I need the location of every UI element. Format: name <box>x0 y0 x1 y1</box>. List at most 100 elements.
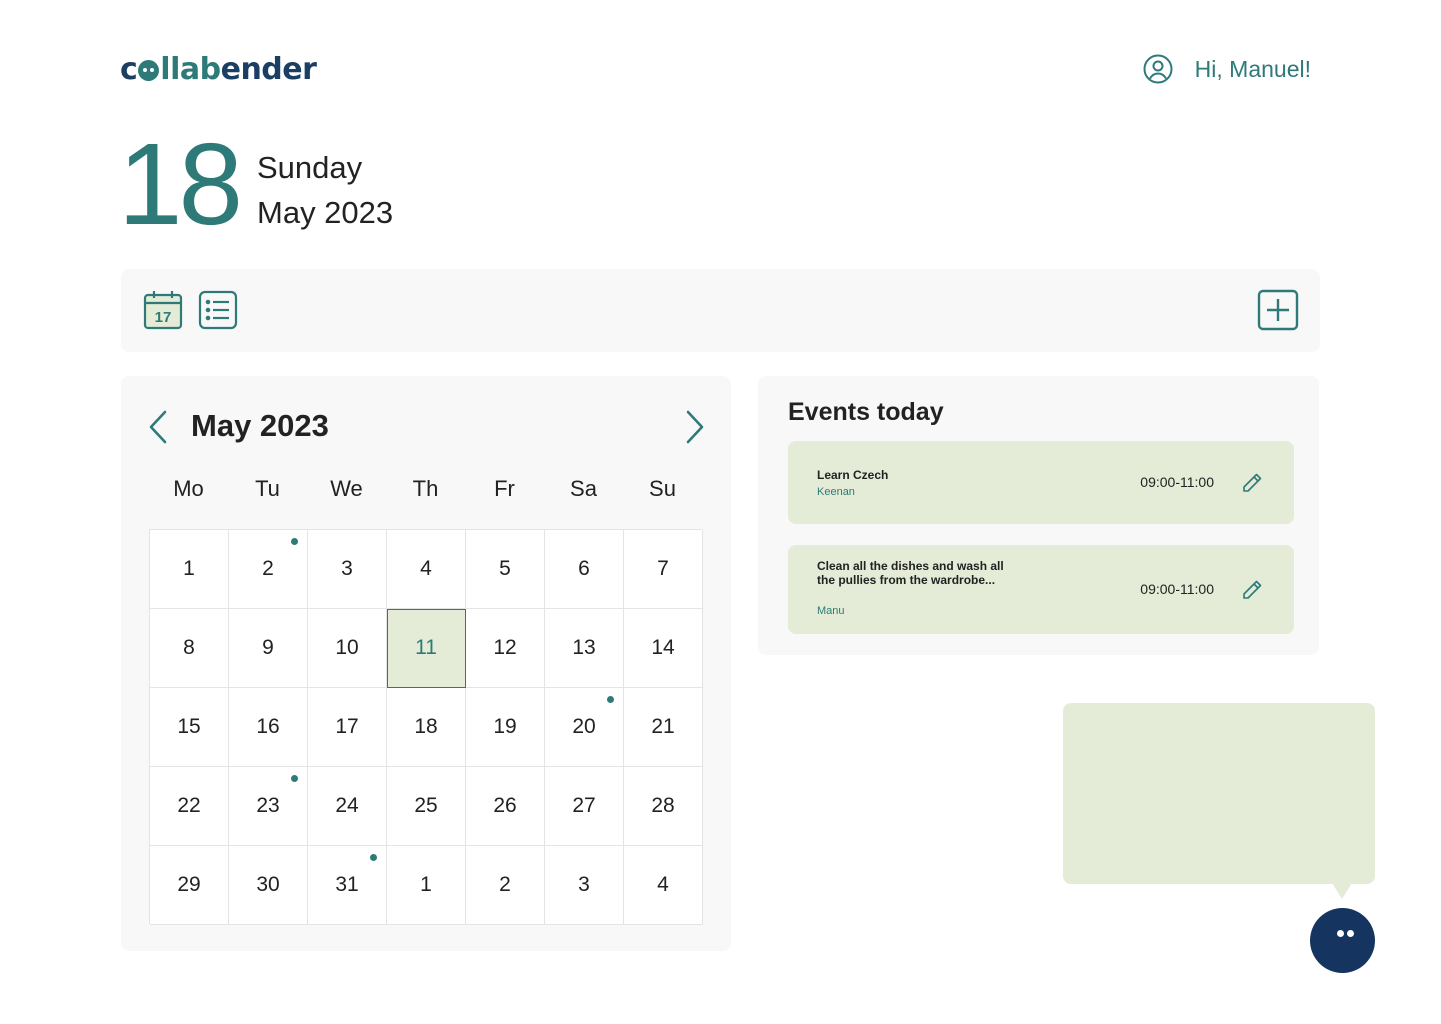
calendar-day-number: 21 <box>651 715 675 738</box>
calendar-day-number: 20 <box>572 715 596 738</box>
logo-text-end: ender <box>220 52 317 87</box>
event-time: 09:00-11:00 <box>1140 474 1214 490</box>
user-menu[interactable]: Hi, Manuel! <box>1143 54 1311 84</box>
calendar-day-number: 10 <box>335 636 359 659</box>
list-view-icon[interactable] <box>197 289 239 331</box>
calendar-day-number: 27 <box>572 794 596 817</box>
weekday-header-row: Mo Tu We Th Fr Sa Su <box>149 476 702 502</box>
calendar-day[interactable]: 14 <box>624 609 703 688</box>
calendar-day[interactable]: 3 <box>308 530 387 609</box>
calendar-day[interactable]: 20 <box>545 688 624 767</box>
today-month-year: May 2023 <box>257 195 394 230</box>
calendar-day[interactable]: 3 <box>545 846 624 925</box>
calendar-day-number: 14 <box>651 636 675 659</box>
calendar-day-number: 23 <box>256 794 280 817</box>
calendar-day[interactable]: 2 <box>229 530 308 609</box>
weekday-label: Fr <box>494 476 515 501</box>
logo-text-middle: llab <box>160 52 221 87</box>
calendar-day[interactable]: 8 <box>150 609 229 688</box>
event-title: Clean all the dishes and wash all the pu… <box>817 559 1004 587</box>
calendar-day[interactable]: 22 <box>150 767 229 846</box>
calendar-day[interactable]: 2 <box>466 846 545 925</box>
user-avatar-icon[interactable] <box>1143 54 1173 84</box>
calendar-day-number: 7 <box>657 557 669 580</box>
calendar-day-number: 4 <box>657 873 669 896</box>
calendar-day[interactable]: 31 <box>308 846 387 925</box>
assistant-bot-button[interactable] <box>1310 908 1375 973</box>
calendar-day[interactable]: 19 <box>466 688 545 767</box>
calendar-day[interactable]: 4 <box>387 530 466 609</box>
calendar-day-number: 8 <box>183 636 195 659</box>
calendar-day[interactable]: 6 <box>545 530 624 609</box>
calendar-month-title: May 2023 <box>191 408 329 443</box>
calendar-day[interactable]: 29 <box>150 846 229 925</box>
calendar-day-number: 1 <box>420 873 432 896</box>
calendar-day[interactable]: 4 <box>624 846 703 925</box>
event-time: 09:00-11:00 <box>1140 581 1214 597</box>
event-author: Keenan <box>817 486 855 498</box>
calendar-day-number: 9 <box>262 636 274 659</box>
calendar-view-icon[interactable]: 17 <box>142 289 184 331</box>
calendar-day[interactable]: 15 <box>150 688 229 767</box>
calendar-day[interactable]: 18 <box>387 688 466 767</box>
calendar-day[interactable]: 28 <box>624 767 703 846</box>
view-toolbar: 17 <box>121 269 1320 352</box>
collabender-logo[interactable]: c llab ender <box>120 52 317 87</box>
calendar-day-number: 3 <box>341 557 353 580</box>
calendar-day[interactable]: 12 <box>466 609 545 688</box>
calendar-day-number: 15 <box>177 715 201 738</box>
calendar-day[interactable]: 10 <box>308 609 387 688</box>
calendar-day[interactable]: 16 <box>229 688 308 767</box>
pencil-icon[interactable] <box>1240 471 1264 495</box>
calendar-day[interactable]: 26 <box>466 767 545 846</box>
calendar-day-number: 28 <box>651 794 675 817</box>
calendar-day[interactable]: 21 <box>624 688 703 767</box>
calendar-day[interactable]: 1 <box>387 846 466 925</box>
event-author: Manu <box>817 605 845 617</box>
logo-letter-c: c <box>120 52 138 87</box>
logo-face-icon <box>138 60 160 81</box>
calendar-day-number: 11 <box>415 636 437 659</box>
calendar-day[interactable]: 27 <box>545 767 624 846</box>
calendar-day-number: 17 <box>335 715 359 738</box>
calendar-day-number: 5 <box>499 557 511 580</box>
event-indicator-dot <box>291 775 298 782</box>
calendar-day-number: 3 <box>578 873 590 896</box>
calendar-day-number: 24 <box>335 794 359 817</box>
chevron-right-icon[interactable] <box>681 408 707 446</box>
pencil-icon[interactable] <box>1240 578 1264 602</box>
calendar-day[interactable]: 9 <box>229 609 308 688</box>
chat-bubble-tail <box>1332 883 1352 899</box>
weekday-label: Sa <box>570 476 597 501</box>
calendar-day[interactable]: 7 <box>624 530 703 609</box>
calendar-day-number: 2 <box>499 873 511 896</box>
calendar-day-number: 31 <box>335 873 359 896</box>
event-indicator-dot <box>607 696 614 703</box>
event-indicator-dot <box>291 538 298 545</box>
chevron-left-icon[interactable] <box>146 408 172 446</box>
add-event-icon[interactable] <box>1257 289 1299 331</box>
weekday-label: Su <box>649 476 676 501</box>
calendar-day[interactable]: 30 <box>229 846 308 925</box>
calendar-day[interactable]: 5 <box>466 530 545 609</box>
calendar-day-number: 18 <box>414 715 438 738</box>
calendar-day[interactable]: 25 <box>387 767 466 846</box>
calendar-day-number: 6 <box>578 557 590 580</box>
events-today-title: Events today <box>788 398 944 426</box>
user-greeting[interactable]: Hi, Manuel! <box>1195 56 1311 83</box>
calendar-day[interactable]: 24 <box>308 767 387 846</box>
calendar-day[interactable]: 17 <box>308 688 387 767</box>
weekday-label: Mo <box>173 476 204 501</box>
event-card[interactable]: Learn Czech Keenan 09:00-11:00 <box>788 441 1294 524</box>
calendar-day[interactable]: 1 <box>150 530 229 609</box>
calendar-day-number: 4 <box>420 557 432 580</box>
calendar-day-number: 1 <box>183 557 195 580</box>
calendar-view-icon-day: 17 <box>155 309 172 326</box>
calendar-day-selected[interactable]: 11 <box>387 609 466 688</box>
calendar-day[interactable]: 13 <box>545 609 624 688</box>
calendar-day-number: 29 <box>177 873 201 896</box>
assistant-chat-bubble <box>1063 703 1375 884</box>
event-card[interactable]: Clean all the dishes and wash all the pu… <box>788 545 1294 634</box>
calendar-day-number: 30 <box>256 873 280 896</box>
calendar-day[interactable]: 23 <box>229 767 308 846</box>
